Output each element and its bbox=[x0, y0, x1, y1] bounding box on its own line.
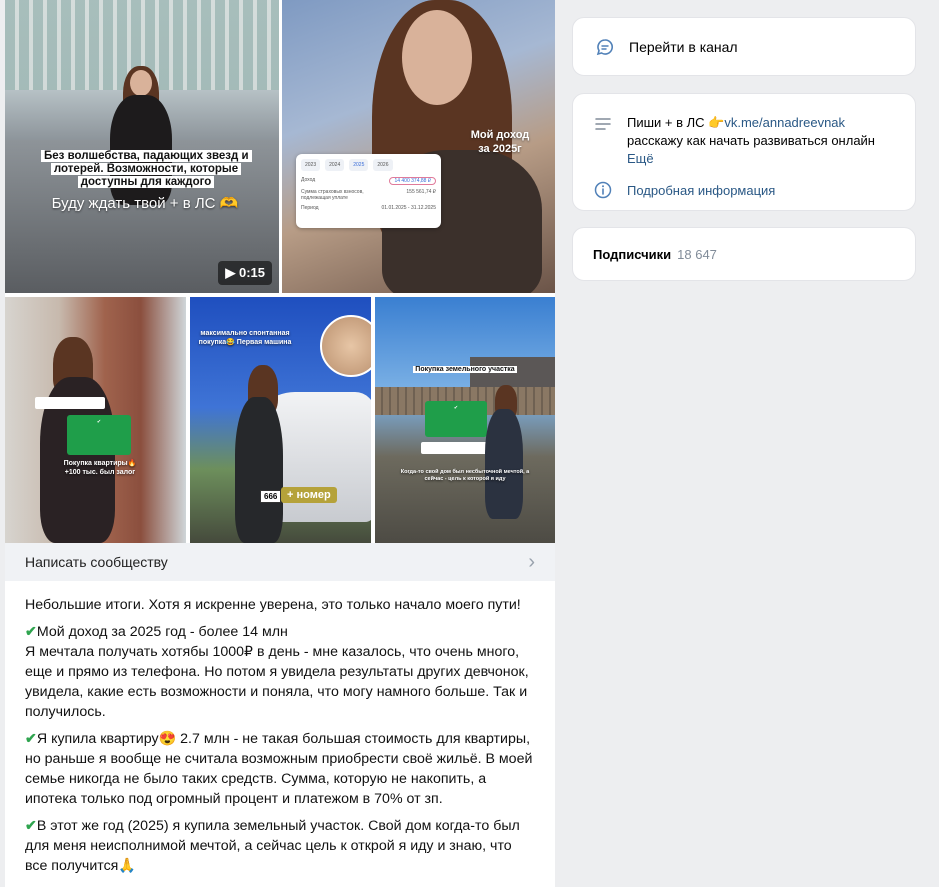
post-paragraph: Я мечтала получать хотябы 1000₽ в день -… bbox=[25, 644, 529, 720]
go-channel-label: Перейти в канал bbox=[629, 38, 738, 55]
description-row: Пиши + в ЛС 👉vk.me/annadreevnak расскажу… bbox=[593, 114, 899, 168]
left-column: Без волшебства, падающих звезд и лотерей… bbox=[5, 0, 555, 887]
year-tab: 2025 bbox=[349, 159, 369, 171]
info-icon bbox=[593, 180, 613, 200]
payment-card: ✔ bbox=[425, 401, 487, 437]
subscribers-card[interactable]: Подписчики 18 647 bbox=[572, 227, 916, 281]
check-icon: ✔ bbox=[25, 818, 37, 834]
video-caption-line: Буду ждать твой + в ЛС 🫶 bbox=[51, 195, 239, 212]
face-shape bbox=[130, 70, 152, 96]
more-link[interactable]: Ещё bbox=[627, 151, 654, 166]
description-prefix: Пиши + в ЛС 👉 bbox=[627, 115, 725, 130]
post-paragraph: ✔В этот же год (2025) я купила земельный… bbox=[25, 818, 520, 874]
face-shape bbox=[402, 10, 472, 105]
post-paragraph: ✔Я купила квартиру😍 2.7 млн - не такая б… bbox=[25, 731, 533, 807]
land-photo-tile[interactable]: Покупка земельного участка ✔ Когда-то св… bbox=[375, 297, 555, 543]
check-icon: ✔ bbox=[25, 731, 37, 747]
subscribers-count: 18 647 bbox=[677, 246, 717, 262]
chevron-right-icon: › bbox=[528, 551, 535, 573]
transaction-card bbox=[421, 442, 493, 454]
tile4-caption: максимально спонтанная покупка😂 Первая м… bbox=[198, 330, 292, 346]
year-tab: 2023 bbox=[301, 159, 321, 171]
tile5-bottom-caption: Когда-то свой дом был несбыточной мечтой… bbox=[400, 469, 530, 482]
chat-bubble-icon bbox=[595, 37, 615, 57]
year-tab: 2024 bbox=[325, 159, 345, 171]
details-link[interactable]: Подробная информация bbox=[593, 180, 899, 200]
income-card: 2023 2024 2025 2026 Доход 14 400 374,88 ₽… bbox=[296, 154, 441, 228]
write-label: Написать сообществу bbox=[25, 554, 168, 570]
description-text: Пиши + в ЛС 👉vk.me/annadreevnak расскажу… bbox=[627, 114, 875, 168]
car-photo-tile[interactable]: максимально спонтанная покупка😂 Первая м… bbox=[190, 297, 371, 543]
description-lines-icon bbox=[593, 114, 613, 134]
payment-card: ✔ bbox=[67, 415, 131, 455]
income-row: Период 01.01.2025 - 31.12.2025 bbox=[301, 205, 436, 211]
media-grid: Без волшебства, падающих звезд и лотерей… bbox=[5, 0, 555, 543]
transaction-card bbox=[35, 397, 105, 409]
vk-link[interactable]: vk.me/annadreevnak bbox=[724, 115, 845, 130]
subscribers-label: Подписчики bbox=[593, 246, 672, 262]
plate-tag: + номер bbox=[281, 487, 337, 503]
money-photo bbox=[320, 315, 371, 377]
income-row: Сумма страховых взносов, подлежащая упла… bbox=[301, 189, 436, 201]
write-to-community-button[interactable]: Написать сообществу › bbox=[5, 543, 555, 581]
description-line: расскажу как начать развиваться онлайн bbox=[627, 133, 875, 148]
year-tab: 2026 bbox=[373, 159, 393, 171]
tile5-caption: Покупка земельного участка bbox=[413, 366, 517, 373]
income-photo-tile[interactable]: 2023 2024 2025 2026 Доход 14 400 374,88 ₽… bbox=[282, 0, 555, 293]
video-caption-box: Без волшебства, падающих звезд и лотерей… bbox=[41, 150, 252, 189]
go-to-channel-button[interactable]: Перейти в канал bbox=[572, 17, 916, 76]
apartment-photo-tile[interactable]: ✔ Покупка квартиры🔥 +100 тыс. был залог bbox=[5, 297, 186, 543]
post-paragraph: Небольшие итоги. Хотя я искренне уверена… bbox=[25, 597, 521, 613]
video-tile[interactable]: Без волшебства, падающих звезд и лотерей… bbox=[5, 0, 279, 293]
person-shape bbox=[235, 397, 283, 543]
income-title: Мой доход за 2025г bbox=[470, 129, 530, 155]
check-icon: ✔ bbox=[25, 624, 37, 640]
details-label: Подробная информация bbox=[627, 182, 776, 198]
post-text: Небольшие итоги. Хотя я искренне уверена… bbox=[5, 581, 555, 883]
person-shape bbox=[485, 409, 523, 519]
income-years: 2023 2024 2025 2026 bbox=[301, 159, 436, 171]
video-duration: ▶ 0:15 bbox=[218, 261, 272, 285]
post-paragraph: ✔Мой доход за 2025 год - более 14 млн bbox=[25, 624, 288, 640]
community-description-card: Пиши + в ЛС 👉vk.me/annadreevnak расскажу… bbox=[572, 93, 916, 211]
income-row: Доход 14 400 374,88 ₽ bbox=[301, 177, 436, 185]
license-plate: 666 bbox=[260, 490, 282, 503]
tile3-caption: Покупка квартиры🔥 +100 тыс. был залог bbox=[63, 460, 137, 476]
